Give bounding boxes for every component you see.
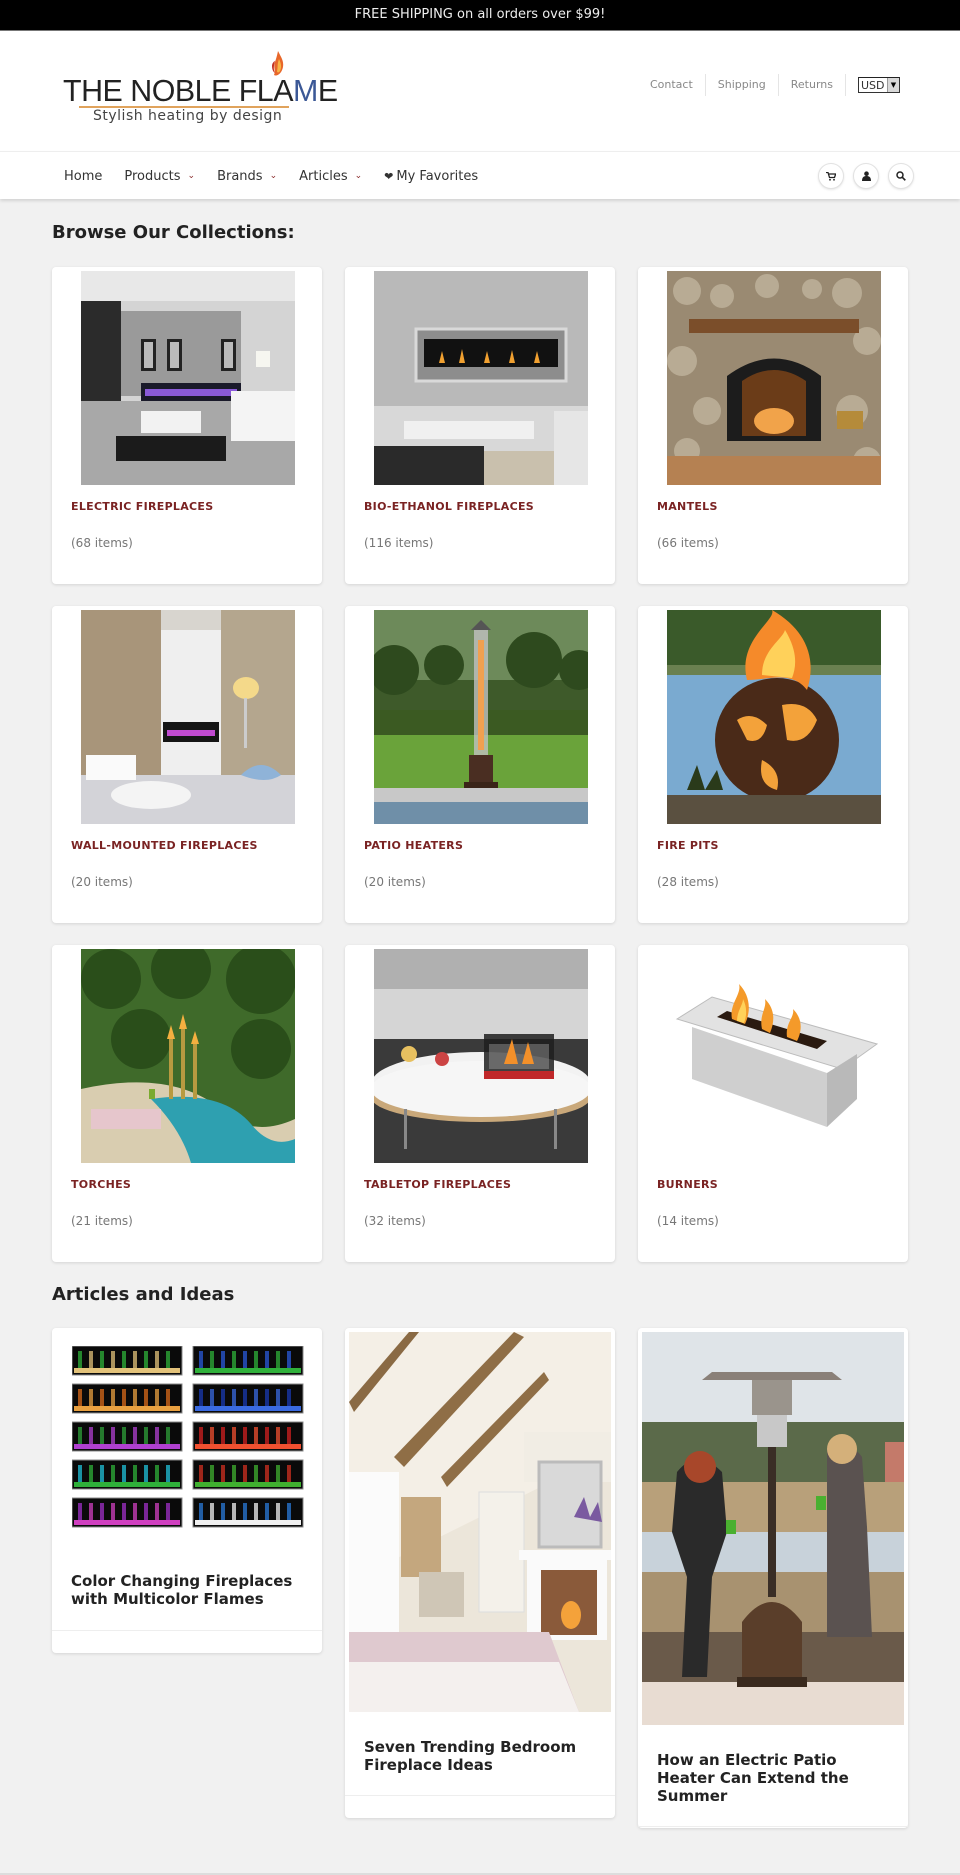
collection-image[interactable] xyxy=(667,610,881,824)
flame-thumbnail xyxy=(192,1421,304,1452)
shipping-link[interactable]: Shipping xyxy=(706,74,779,96)
flame-thumbnail xyxy=(192,1346,304,1376)
collection-card[interactable]: TORCHES (21 items) xyxy=(52,945,322,1262)
flame-thumbnail xyxy=(72,1497,183,1528)
article-divider xyxy=(52,1630,322,1631)
article-image[interactable] xyxy=(72,1346,304,1531)
collection-count: (21 items) xyxy=(71,1214,133,1228)
flame-thumbnail xyxy=(72,1421,183,1452)
articles-heading: Articles and Ideas xyxy=(52,1284,235,1305)
article-title[interactable]: Seven Trending Bedroom Fireplace Ideas xyxy=(364,1738,576,1774)
announcement-bar: FREE SHIPPING on all orders over $99! xyxy=(0,0,960,31)
collection-card[interactable]: WALL-MOUNTED FIREPLACES (20 items) xyxy=(52,606,322,923)
flame-thumbnail xyxy=(72,1383,183,1414)
collection-image[interactable] xyxy=(667,271,881,485)
collections-grid: ELECTRIC FIREPLACES (68 items) BIO-ETHAN… xyxy=(52,267,908,584)
collections-grid-row-2: WALL-MOUNTED FIREPLACES (20 items) PATIO… xyxy=(52,606,908,923)
heart-icon: ❤ xyxy=(384,169,394,183)
article-title[interactable]: How an Electric Patio Heater Can Extend … xyxy=(657,1751,849,1805)
collections-grid-row-3: TORCHES (21 items) TABLETOP FIREPLACES (… xyxy=(52,945,908,1262)
collection-card[interactable]: TABLETOP FIREPLACES (32 items) xyxy=(345,945,615,1262)
collection-count: (116 items) xyxy=(364,536,434,550)
collection-title[interactable]: TORCHES xyxy=(71,1178,131,1191)
collection-title[interactable]: MANTELS xyxy=(657,500,718,513)
collection-card[interactable]: ELECTRIC FIREPLACES (68 items) xyxy=(52,267,322,584)
flame-thumbnail xyxy=(72,1459,183,1490)
collection-card[interactable]: BIO-ETHANOL FIREPLACES (116 items) xyxy=(345,267,615,584)
flame-thumbnail xyxy=(192,1459,304,1490)
search-icon xyxy=(896,171,906,181)
nav-brands[interactable]: Brands ⌄ xyxy=(217,169,277,184)
nav-my-favorites[interactable]: ❤ My Favorites xyxy=(384,169,478,184)
chevron-down-icon: ⌄ xyxy=(269,171,278,181)
collection-image[interactable] xyxy=(374,949,588,1163)
article-card[interactable]: Seven Trending Bedroom Fireplace Ideas xyxy=(345,1328,615,1818)
search-button[interactable] xyxy=(888,163,914,189)
utility-links: Contact Shipping Returns USD ▼ xyxy=(650,74,900,96)
currency-value: USD xyxy=(861,78,885,92)
chevron-down-icon: ⌄ xyxy=(187,171,196,181)
collection-card[interactable]: BURNERS (14 items) xyxy=(638,945,908,1262)
header: THE NOBLE FLAME Stylish heating by desig… xyxy=(0,31,960,151)
account-button[interactable] xyxy=(853,163,879,189)
nav-articles[interactable]: Articles ⌄ xyxy=(299,169,362,184)
announcement-text: FREE SHIPPING on all orders over $99! xyxy=(354,7,606,22)
collection-title[interactable]: PATIO HEATERS xyxy=(364,839,463,852)
logo-tagline: Stylish heating by design xyxy=(93,108,283,124)
collection-count: (14 items) xyxy=(657,1214,719,1228)
logo[interactable]: THE NOBLE FLAME Stylish heating by desig… xyxy=(63,49,338,129)
collection-count: (28 items) xyxy=(657,875,719,889)
cart-icon xyxy=(826,171,836,181)
main-nav: Home Products ⌄ Brands ⌄ Articles ⌄ ❤ My Fav… xyxy=(0,151,960,199)
browse-collections-heading: Browse Our Collections: xyxy=(52,222,295,243)
article-image[interactable] xyxy=(349,1332,611,1712)
returns-link[interactable]: Returns xyxy=(779,74,846,96)
collection-image[interactable] xyxy=(374,271,588,485)
collection-image[interactable] xyxy=(667,949,881,1163)
flame-thumbnail xyxy=(72,1346,183,1376)
article-card[interactable]: How an Electric Patio Heater Can Extend … xyxy=(638,1328,908,1828)
logo-title: THE NOBLE FLAME xyxy=(63,73,338,108)
collection-count: (66 items) xyxy=(657,536,719,550)
flame-thumbnail xyxy=(192,1383,304,1414)
collection-count: (20 items) xyxy=(71,875,133,889)
user-icon xyxy=(861,171,871,181)
collection-title[interactable]: TABLETOP FIREPLACES xyxy=(364,1178,511,1191)
collection-image[interactable] xyxy=(374,610,588,824)
collection-title[interactable]: ELECTRIC FIREPLACES xyxy=(71,500,213,513)
article-divider xyxy=(345,1795,615,1796)
collection-image[interactable] xyxy=(81,949,295,1163)
collection-card[interactable]: PATIO HEATERS (20 items) xyxy=(345,606,615,923)
collection-title[interactable]: FIRE PITS xyxy=(657,839,719,852)
flame-thumbnail xyxy=(192,1497,304,1528)
collection-image[interactable] xyxy=(81,610,295,824)
article-title[interactable]: Color Changing Fireplaces with Multicolo… xyxy=(71,1572,292,1608)
article-card[interactable]: Color Changing Fireplaces with Multicolo… xyxy=(52,1328,322,1653)
cart-button[interactable] xyxy=(818,163,844,189)
collection-title[interactable]: BURNERS xyxy=(657,1178,718,1191)
collection-count: (68 items) xyxy=(71,536,133,550)
currency-select[interactable]: USD ▼ xyxy=(858,77,900,93)
collection-card[interactable]: MANTELS (66 items) xyxy=(638,267,908,584)
nav-products[interactable]: Products ⌄ xyxy=(124,169,195,184)
collection-image[interactable] xyxy=(81,271,295,485)
collection-card[interactable]: FIRE PITS (28 items) xyxy=(638,606,908,923)
article-divider xyxy=(638,1826,908,1827)
collection-count: (20 items) xyxy=(364,875,426,889)
page: FREE SHIPPING on all orders over $99! TH… xyxy=(0,0,960,1875)
collection-count: (32 items) xyxy=(364,1214,426,1228)
contact-link[interactable]: Contact xyxy=(650,74,706,96)
chevron-down-icon: ⌄ xyxy=(354,171,363,181)
nav-home[interactable]: Home xyxy=(64,169,102,184)
article-image[interactable] xyxy=(642,1332,904,1725)
dropdown-arrow-icon: ▼ xyxy=(887,78,899,92)
collection-title[interactable]: WALL-MOUNTED FIREPLACES xyxy=(71,839,258,852)
collection-title[interactable]: BIO-ETHANOL FIREPLACES xyxy=(364,500,534,513)
